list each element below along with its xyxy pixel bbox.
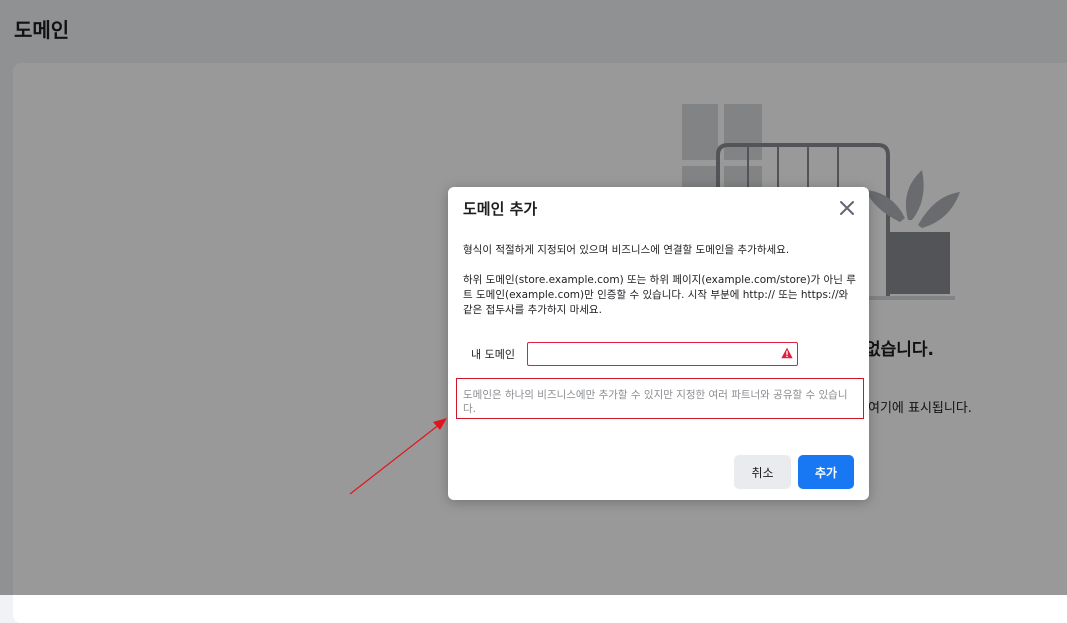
close-button[interactable] (835, 196, 859, 220)
dialog-guidance-text: 하위 도메인(store.example.com) 또는 하위 페이지(exam… (463, 274, 856, 316)
warning-icon (781, 347, 793, 359)
cancel-button[interactable]: 취소 (734, 455, 791, 489)
domain-sharing-note: 도메인은 하나의 비즈니스에만 추가할 수 있지만 지정한 여러 파트너와 공유… (456, 378, 864, 419)
add-button[interactable]: 추가 (798, 455, 854, 489)
dialog-title: 도메인 추가 (463, 200, 538, 218)
add-domain-dialog: 도메인 추가 형식이 적절하게 지정되어 있으며 비즈니스에 연결할 도메인을 … (448, 187, 869, 500)
close-icon (840, 201, 854, 215)
dialog-intro-text: 형식이 적절하게 지정되어 있으며 비즈니스에 연결할 도메인을 추가하세요. (463, 244, 790, 256)
domain-input[interactable] (527, 342, 798, 366)
domain-field-label: 내 도메인 (471, 348, 515, 361)
